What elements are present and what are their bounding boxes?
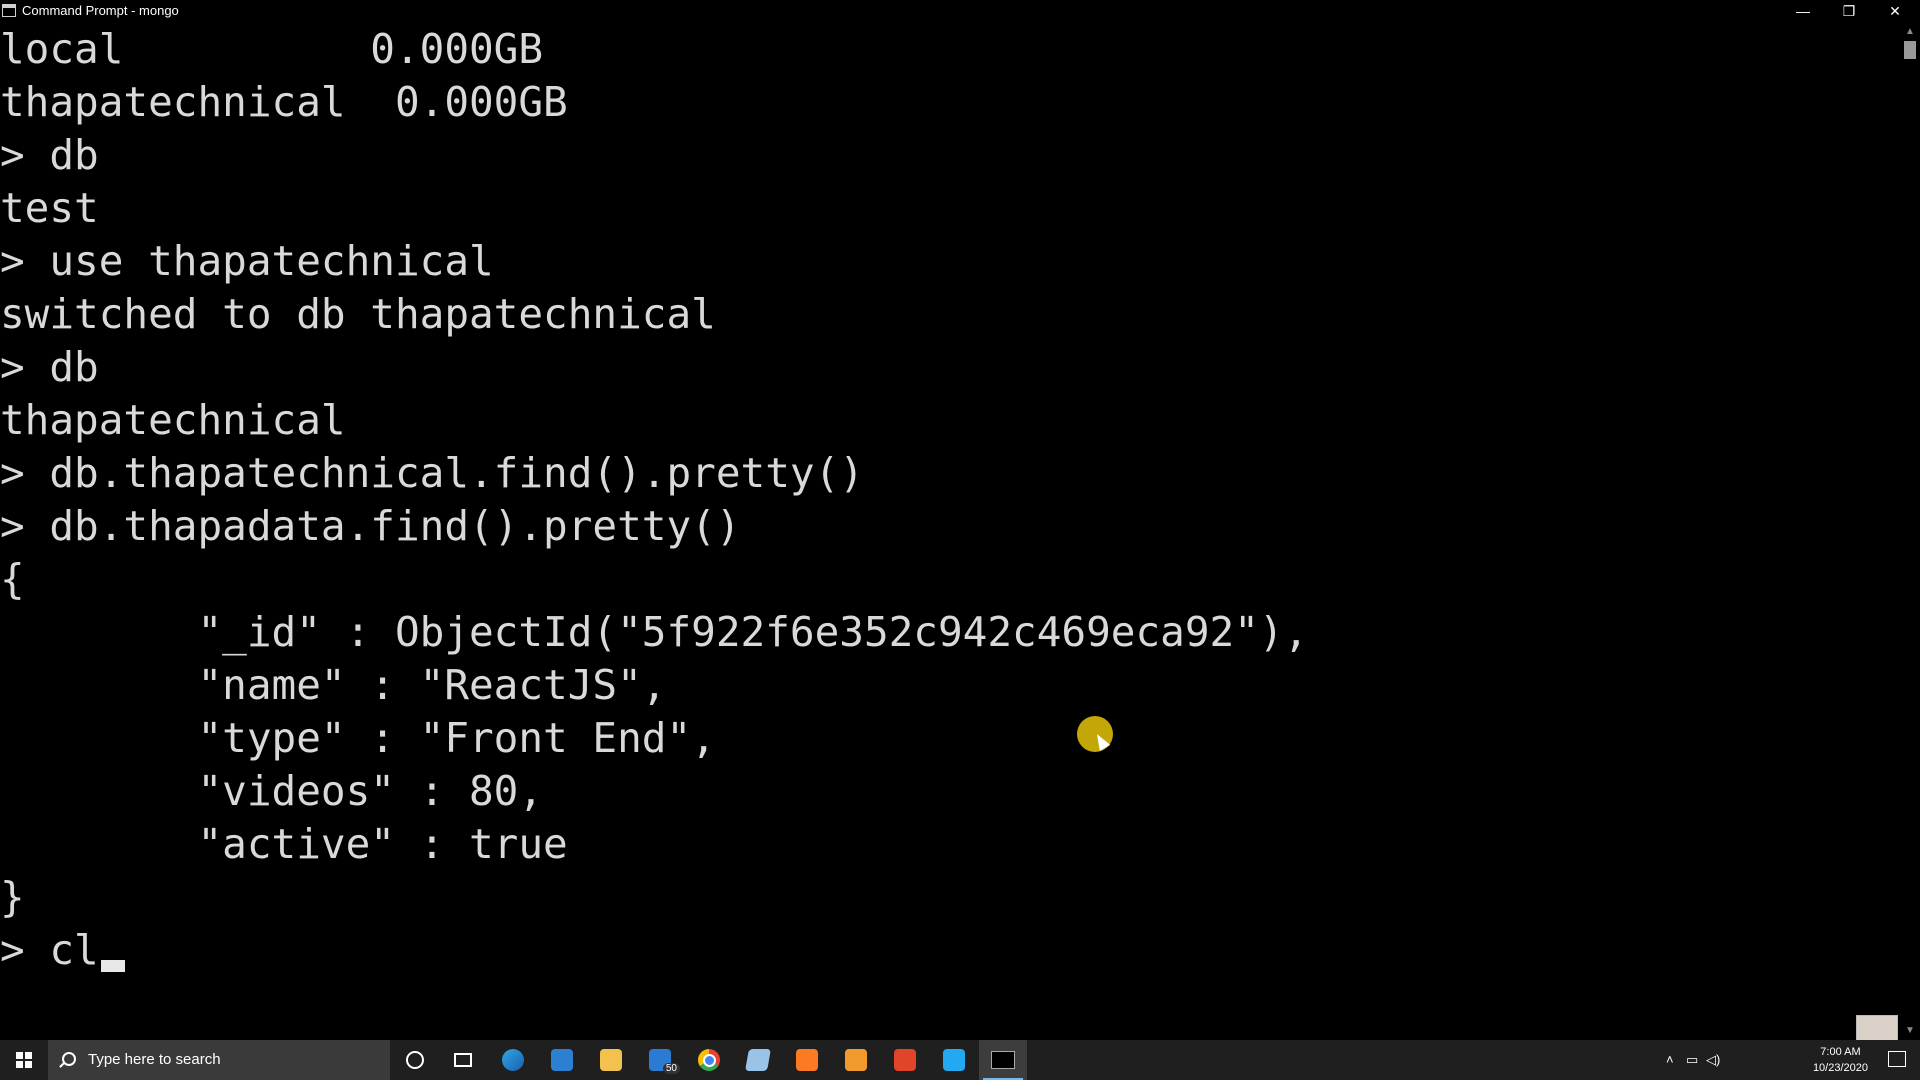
title-bar: Command Prompt - mongo — ❐ ✕ [0,0,1920,23]
search-placeholder: Type here to search [88,1051,221,1068]
console-prompt-line[interactable]: > cl [0,924,125,977]
console-line: } [0,873,25,921]
console-line: > db.thapadata.find().pretty() [0,502,741,550]
taskbar-command-prompt[interactable] [979,1040,1027,1080]
taskbar-store[interactable] [538,1040,586,1080]
taskbar-notepad[interactable] [734,1040,782,1080]
taskbar-file-explorer[interactable] [587,1040,635,1080]
system-tray: ˄ ▭ ◁) 7:00 AM 10/23/2020 [1660,1040,1920,1080]
taskbar-chrome[interactable] [685,1040,733,1080]
console-line: "active" : true [0,820,568,868]
taskbar-edge[interactable] [489,1040,537,1080]
task-view-icon [454,1053,472,1067]
console-line: > db [0,343,99,391]
taskbar-search-box[interactable]: Type here to search [48,1040,390,1080]
restore-button[interactable]: ❐ [1826,0,1872,23]
taskbar-vscode[interactable] [930,1040,978,1080]
scroll-down-icon[interactable]: ▼ [1904,1026,1916,1036]
console-output[interactable]: local 0.000GB thapatechnical 0.000GB > d… [0,23,1900,1040]
console-line: > db.thapatechnical.find().pretty() [0,449,864,497]
start-button[interactable] [0,1040,48,1080]
cmd-app-icon [2,4,16,17]
taskbar-xampp[interactable] [783,1040,831,1080]
sublime-text-icon [845,1049,867,1071]
taskbar-mail[interactable]: 50 [636,1040,684,1080]
console-line: "videos" : 80, [0,767,544,815]
xampp-icon [796,1049,818,1071]
scrollbar-thumb[interactable] [1904,41,1916,59]
console-line: thapatechnical [0,396,346,444]
notification-center-icon[interactable] [1888,1051,1906,1067]
minimize-button[interactable]: — [1780,0,1826,23]
network-icon[interactable]: ▭ [1686,1052,1698,1068]
folder-icon [600,1049,622,1071]
taskbar-clock[interactable]: 7:00 AM 10/23/2020 [1813,1044,1868,1076]
console-line: thapatechnical 0.000GB [0,78,568,126]
vertical-scrollbar[interactable]: ▲ ▼ [1900,23,1920,1040]
taskbar-office[interactable] [881,1040,929,1080]
window-title: Command Prompt - mongo [22,3,179,18]
show-hidden-icons-icon[interactable]: ˄ [1666,1052,1674,1067]
console-line: { [0,555,25,603]
console-line: test [0,184,99,232]
taskbar: Type here to search 50 ˄ ▭ ◁) 7:00 AM 10… [0,1040,1920,1080]
store-icon [551,1049,573,1071]
console-input[interactable]: > cl [0,926,99,974]
console-line: "name" : "ReactJS", [0,661,667,709]
edge-icon [502,1049,524,1071]
command-prompt-icon [991,1051,1015,1069]
cortana-button[interactable] [391,1040,439,1080]
console-line: > db [0,131,99,179]
console-line: switched to db thapatechnical [0,290,716,338]
windows-logo-icon [16,1052,32,1068]
task-view-button[interactable] [439,1040,487,1080]
close-button[interactable]: ✕ [1872,0,1918,23]
taskbar-sublime-text[interactable] [832,1040,880,1080]
console-line: "_id" : ObjectId("5f922f6e352c942c469eca… [0,608,1309,656]
console-line: "type" : "Front End", [0,714,716,762]
vscode-icon [943,1049,965,1071]
scroll-up-icon[interactable]: ▲ [1904,27,1916,37]
mail-badge: 50 [662,1063,680,1074]
console-line: > use thapatechnical [0,237,494,285]
volume-icon[interactable]: ◁) [1706,1052,1720,1068]
text-cursor [100,960,125,972]
search-icon [62,1052,76,1066]
clock-date: 10/23/2020 [1812,1062,1868,1074]
console-line: local 0.000GB [0,25,544,73]
clock-time: 7:00 AM [1820,1046,1861,1058]
cortana-icon [406,1051,424,1069]
chrome-center-icon [702,1053,716,1067]
notepad-icon [745,1049,771,1071]
office-icon [894,1049,916,1071]
